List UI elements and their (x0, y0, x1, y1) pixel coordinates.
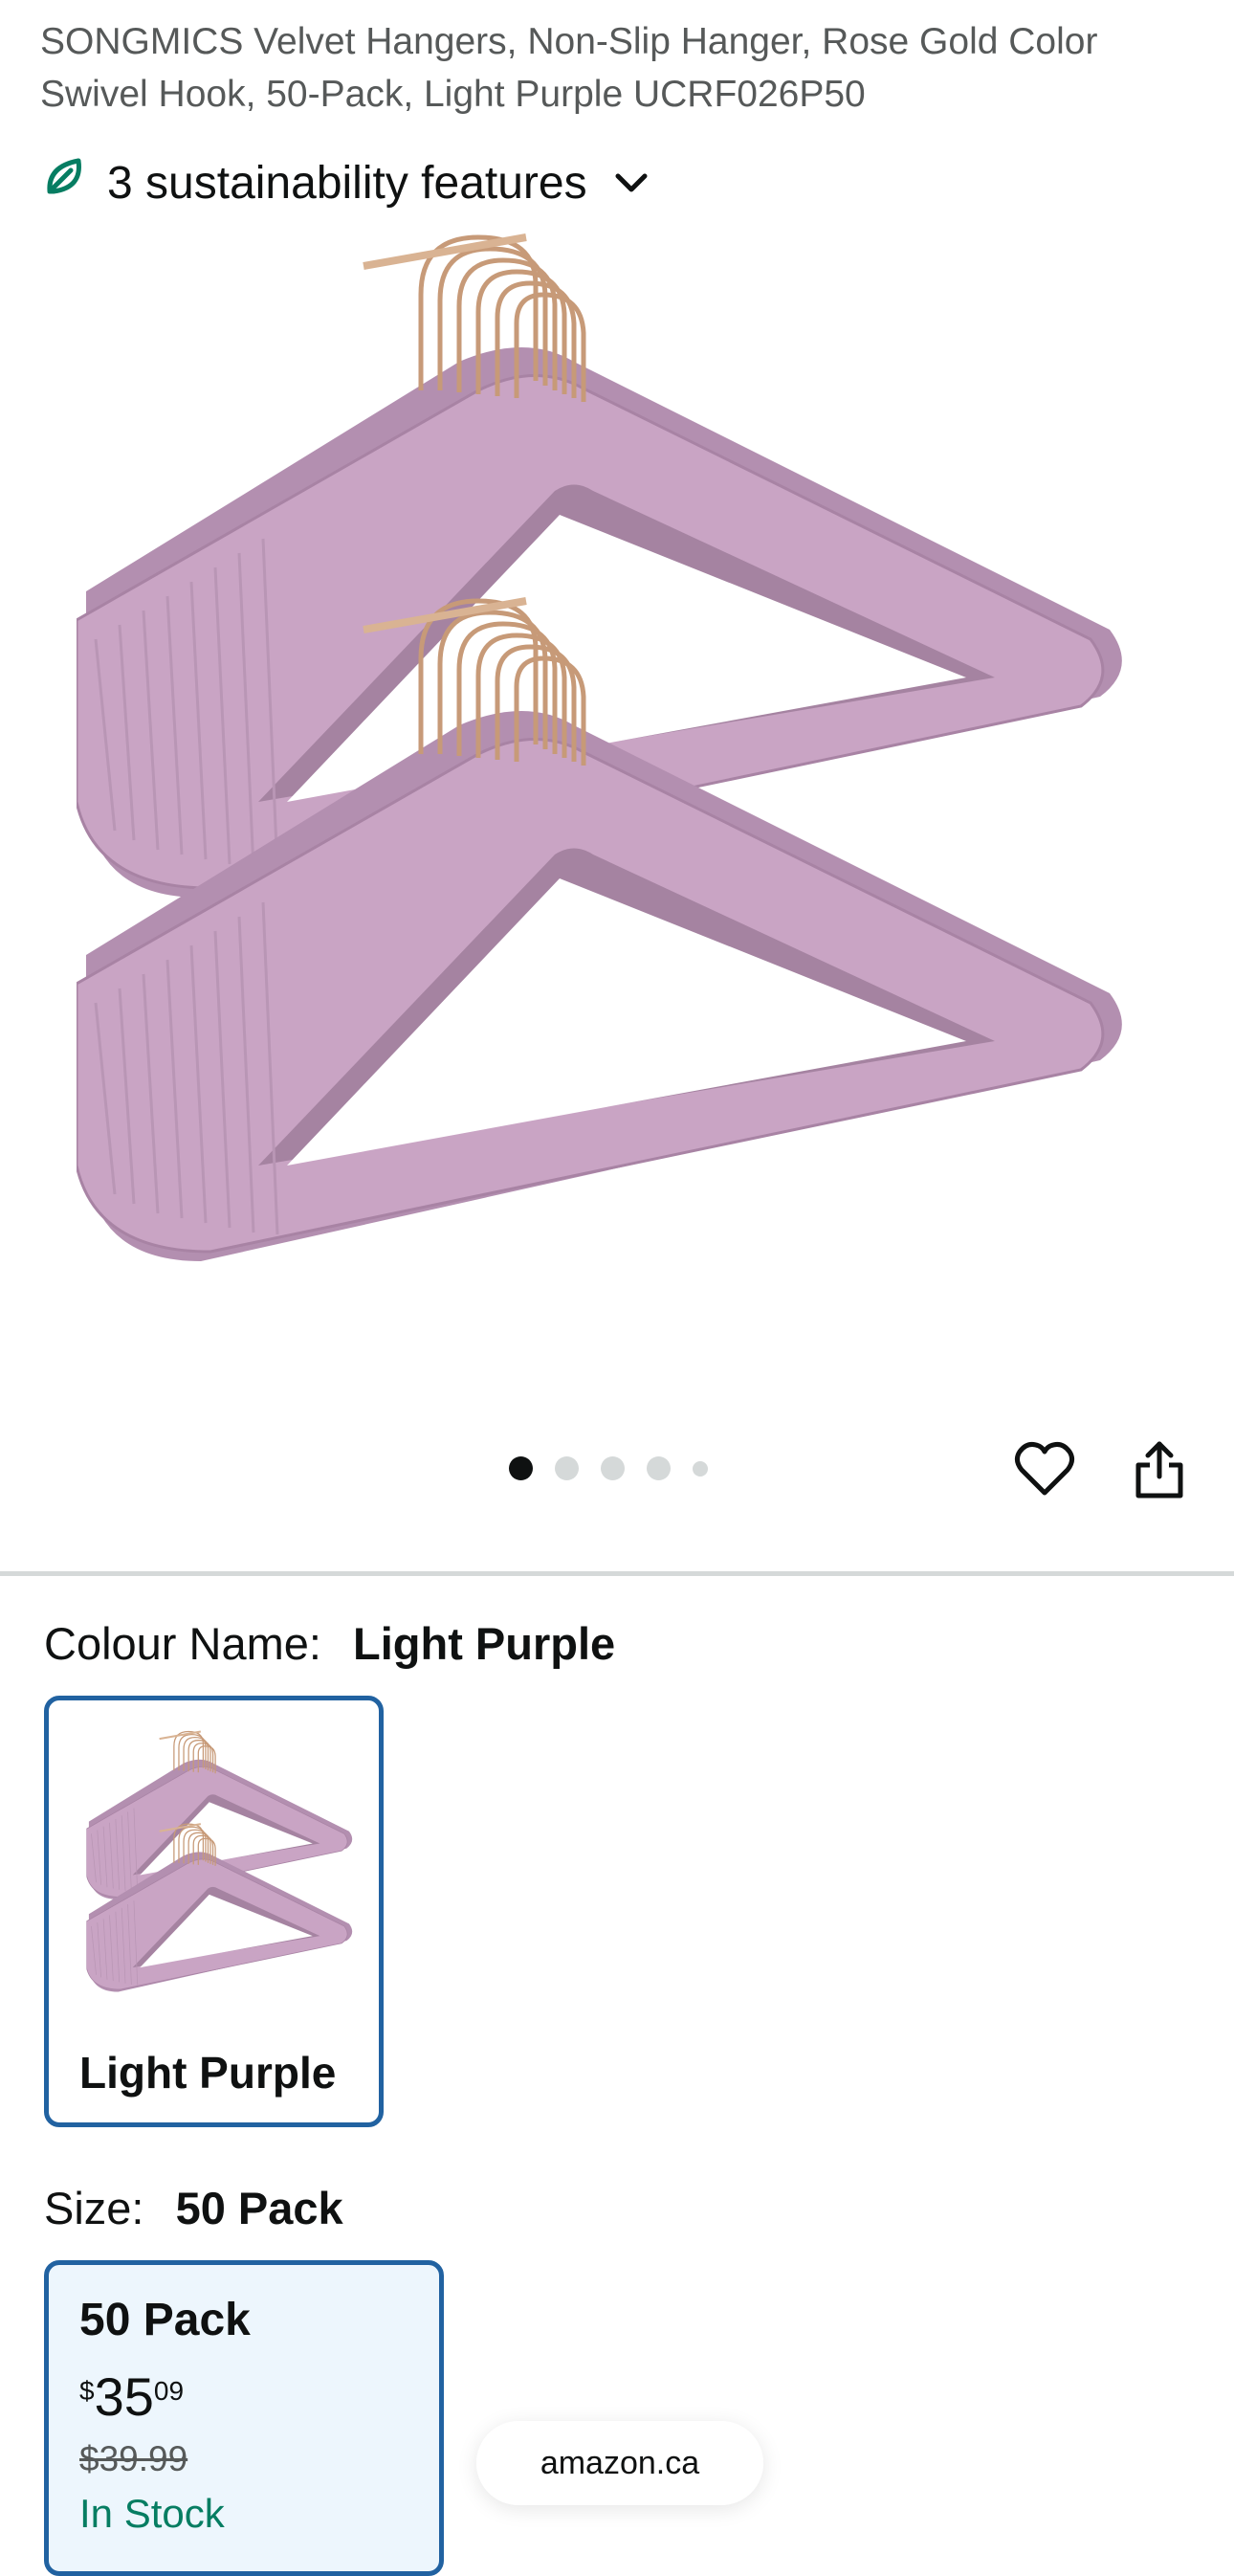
leaf-icon (42, 155, 86, 211)
colour-name-label: Colour Name: Light Purple (44, 1615, 615, 1673)
was-price: $39.99 (79, 2439, 188, 2478)
price-symbol: $ (79, 2376, 95, 2406)
price-fraction: 09 (153, 2376, 185, 2406)
colour-option-light-purple[interactable]: Light Purple (44, 1696, 384, 2127)
size-option-50-pack[interactable]: 50 Pack $ 35 09 $39.99 In Stock (44, 2260, 444, 2576)
size-option-label: 50 Pack (79, 2295, 251, 2345)
carousel-dot[interactable] (693, 1460, 708, 1477)
browser-url-pill[interactable]: amazon.ca (476, 2421, 763, 2505)
heart-icon (1014, 1441, 1075, 1503)
product-hero-image[interactable] (77, 228, 1157, 1357)
chevron-down-icon (612, 168, 650, 197)
carousel-dot[interactable] (509, 1456, 533, 1480)
carousel-dot[interactable] (647, 1456, 671, 1480)
product-title: SONGMICS Velvet Hangers, Non-Slip Hanger… (40, 21, 1098, 115)
image-carousel-dots[interactable] (509, 1456, 708, 1480)
url-domain: amazon.ca (540, 2444, 700, 2481)
size-selected-value: 50 Pack (175, 2183, 343, 2233)
availability-status: In Stock (79, 2491, 225, 2536)
colour-option-label: Light Purple (79, 2048, 337, 2098)
wishlist-button[interactable] (1010, 1437, 1079, 1506)
size-label-text: Size: (44, 2183, 144, 2233)
share-icon (1133, 1438, 1186, 1506)
price: $ 35 09 (79, 2365, 184, 2429)
colour-label-text: Colour Name: (44, 1618, 321, 1669)
colour-selected-value: Light Purple (353, 1618, 616, 1669)
carousel-dot[interactable] (555, 1456, 579, 1480)
size-label: Size: 50 Pack (44, 2180, 343, 2237)
sustainability-text: 3 sustainability features (107, 157, 587, 209)
sustainability-features-link[interactable]: 3 sustainability features (42, 153, 650, 212)
share-button[interactable] (1125, 1437, 1194, 1506)
price-whole: 35 (94, 2366, 154, 2427)
section-divider (0, 1571, 1234, 1576)
colour-thumbnail (85, 1729, 363, 2016)
carousel-dot[interactable] (601, 1456, 625, 1480)
